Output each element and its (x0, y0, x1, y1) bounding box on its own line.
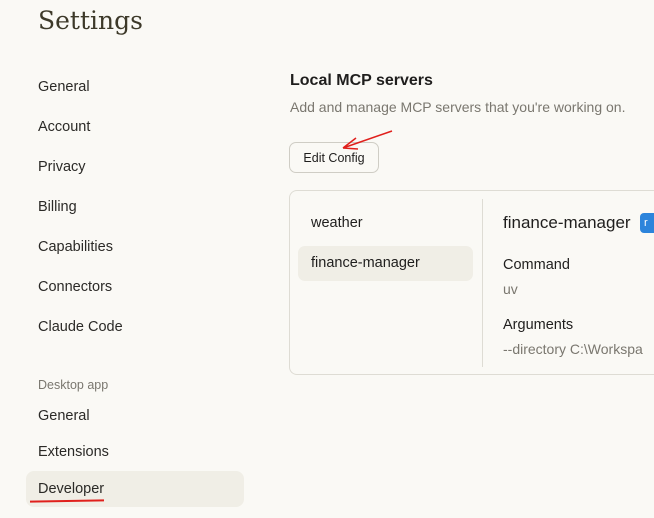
sidebar-item-billing[interactable]: Billing (26, 189, 244, 225)
annotation-arrow-icon (342, 130, 393, 150)
arguments-value: --directory C:\Workspa (503, 341, 643, 357)
server-item-weather[interactable]: weather (298, 206, 473, 241)
sidebar-item-claude-code[interactable]: Claude Code (26, 309, 244, 345)
mcp-servers-panel: weather finance-manager finance-manager … (289, 190, 654, 375)
sidebar-section-desktop-app: Desktop app (38, 378, 109, 392)
server-detail-name: finance-manager (503, 213, 631, 232)
sidebar-item-extensions[interactable]: Extensions (26, 434, 244, 470)
status-badge: r (640, 213, 654, 233)
panel-divider (482, 199, 483, 367)
sidebar-item-desktop-general[interactable]: General (26, 398, 244, 434)
sidebar-item-general[interactable]: General (26, 69, 244, 105)
command-label: Command (503, 257, 570, 273)
sidebar-item-capabilities[interactable]: Capabilities (26, 229, 244, 265)
sidebar-item-privacy[interactable]: Privacy (26, 149, 244, 185)
arguments-label: Arguments (503, 317, 574, 333)
section-heading: Local MCP servers (290, 72, 433, 89)
section-description: Add and manage MCP servers that you're w… (290, 99, 626, 115)
sidebar-item-connectors[interactable]: Connectors (26, 269, 244, 305)
sidebar-item-account[interactable]: Account (26, 109, 244, 145)
page-title: Settings (38, 6, 143, 35)
command-value: uv (503, 281, 518, 297)
server-item-finance-manager[interactable]: finance-manager (298, 246, 473, 281)
